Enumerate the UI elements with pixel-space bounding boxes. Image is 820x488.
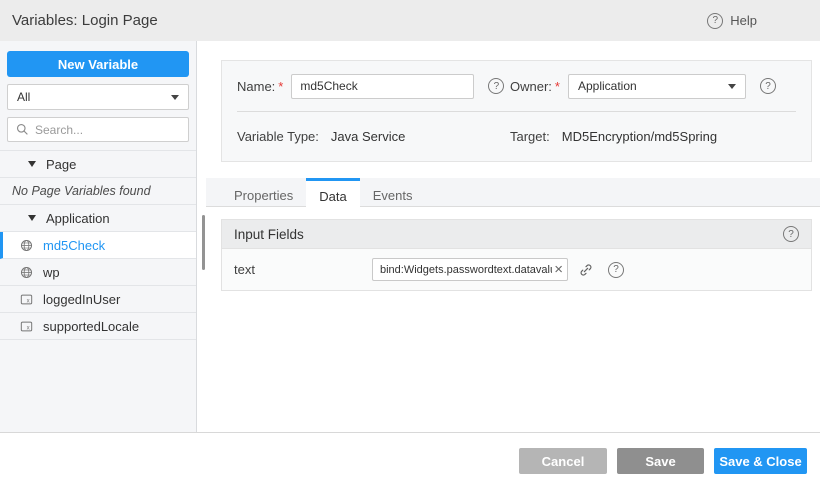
input-fields-section: Input Fields text bind:Widgets.passwordt… xyxy=(221,219,812,291)
variable-name: loggedInUser xyxy=(43,292,120,307)
collapse-caret-icon xyxy=(28,161,36,167)
chevron-down-icon xyxy=(728,84,736,89)
dialog-footer: Cancel Save Save & Close xyxy=(0,432,820,488)
detail-tabbar: Properties Data Events xyxy=(206,178,820,207)
input-fields-header: Input Fields xyxy=(222,220,811,248)
static-variable-icon: x xyxy=(20,320,33,333)
service-variable-icon xyxy=(20,266,33,279)
owner-select-value: Application xyxy=(578,79,637,93)
variable-filter-value: All xyxy=(17,90,30,104)
required-marker: * xyxy=(278,79,283,94)
page-variables-empty-message: No Page Variables found xyxy=(0,178,196,205)
bind-link-icon[interactable] xyxy=(578,262,594,278)
name-label: Name: xyxy=(237,79,275,94)
search-input[interactable] xyxy=(35,123,190,137)
collapse-caret-icon xyxy=(28,215,36,221)
variable-summary-panel: Name: * Owner: * Application xyxy=(221,60,812,162)
sidebar-item-supportedlocale[interactable]: x supportedLocale xyxy=(0,313,196,340)
variable-filter-select[interactable]: All xyxy=(7,84,189,110)
input-field-row-text: text bind:Widgets.passwordtext.datavalue xyxy=(222,248,811,290)
variable-name: md5Check xyxy=(43,238,105,253)
help-circle-icon xyxy=(707,13,723,29)
chevron-down-icon xyxy=(171,95,179,100)
search-icon xyxy=(16,123,29,136)
variable-name: supportedLocale xyxy=(43,319,139,334)
variable-search[interactable] xyxy=(7,117,189,142)
owner-help-icon[interactable] xyxy=(760,78,776,94)
svg-text:x: x xyxy=(27,297,30,304)
variables-sidebar: New Variable All Page No Page Variables … xyxy=(0,41,197,432)
variables-tree: Page No Page Variables found Application… xyxy=(0,150,196,340)
bind-value-text: bind:Widgets.passwordtext.datavalue xyxy=(380,264,552,276)
owner-label: Owner: xyxy=(510,79,552,94)
tree-group-page[interactable]: Page xyxy=(0,151,196,178)
help-label: Help xyxy=(730,13,757,28)
dialog-header: Variables: Login Page Help xyxy=(0,0,820,41)
target-value: MD5Encryption/md5Spring xyxy=(562,129,717,144)
variable-name: wp xyxy=(43,265,60,280)
clear-binding-icon[interactable] xyxy=(554,262,563,277)
tab-data[interactable]: Data xyxy=(306,178,359,208)
input-fields-title: Input Fields xyxy=(234,227,304,242)
target-label: Target: xyxy=(510,129,550,144)
tree-group-label: Page xyxy=(46,157,76,172)
owner-select[interactable]: Application xyxy=(568,74,746,99)
save-and-close-button[interactable]: Save & Close xyxy=(714,448,807,474)
static-variable-icon: x xyxy=(20,293,33,306)
sidebar-item-loggedinuser[interactable]: x loggedInUser xyxy=(0,286,196,313)
field-label: text xyxy=(234,262,372,277)
tab-events[interactable]: Events xyxy=(360,178,426,207)
variable-type-value: Java Service xyxy=(331,129,405,144)
tree-group-label: Application xyxy=(46,211,110,226)
type-target-row: Variable Type: Java Service Target: MD5E… xyxy=(237,111,796,161)
tree-group-application[interactable]: Application xyxy=(0,205,196,232)
field-help-icon[interactable] xyxy=(608,262,624,278)
page-title: Variables: Login Page xyxy=(12,12,158,29)
variable-type-label: Variable Type: xyxy=(237,129,319,144)
required-marker: * xyxy=(555,79,560,94)
bind-value-input[interactable]: bind:Widgets.passwordtext.datavalue xyxy=(372,258,568,281)
service-variable-icon xyxy=(20,239,33,252)
name-help-icon[interactable] xyxy=(488,78,504,94)
name-owner-row: Name: * Owner: * Application xyxy=(237,61,796,111)
sidebar-item-wp[interactable]: wp xyxy=(0,259,196,286)
variable-name-input[interactable] xyxy=(291,74,474,99)
tab-properties[interactable]: Properties xyxy=(221,178,306,207)
cancel-button[interactable]: Cancel xyxy=(519,448,607,474)
svg-text:x: x xyxy=(27,324,30,331)
input-fields-help-icon[interactable] xyxy=(783,226,799,242)
sidebar-scrollbar[interactable] xyxy=(202,215,205,270)
sidebar-item-md5check[interactable]: md5Check xyxy=(0,232,196,259)
variable-detail-panel: Name: * Owner: * Application xyxy=(197,41,820,432)
new-variable-button[interactable]: New Variable xyxy=(7,51,189,77)
help-button[interactable]: Help xyxy=(707,13,757,29)
save-button[interactable]: Save xyxy=(617,448,704,474)
variables-dialog: Variables: Login Page Help New Variable … xyxy=(0,0,820,488)
dialog-body: New Variable All Page No Page Variables … xyxy=(0,41,820,432)
